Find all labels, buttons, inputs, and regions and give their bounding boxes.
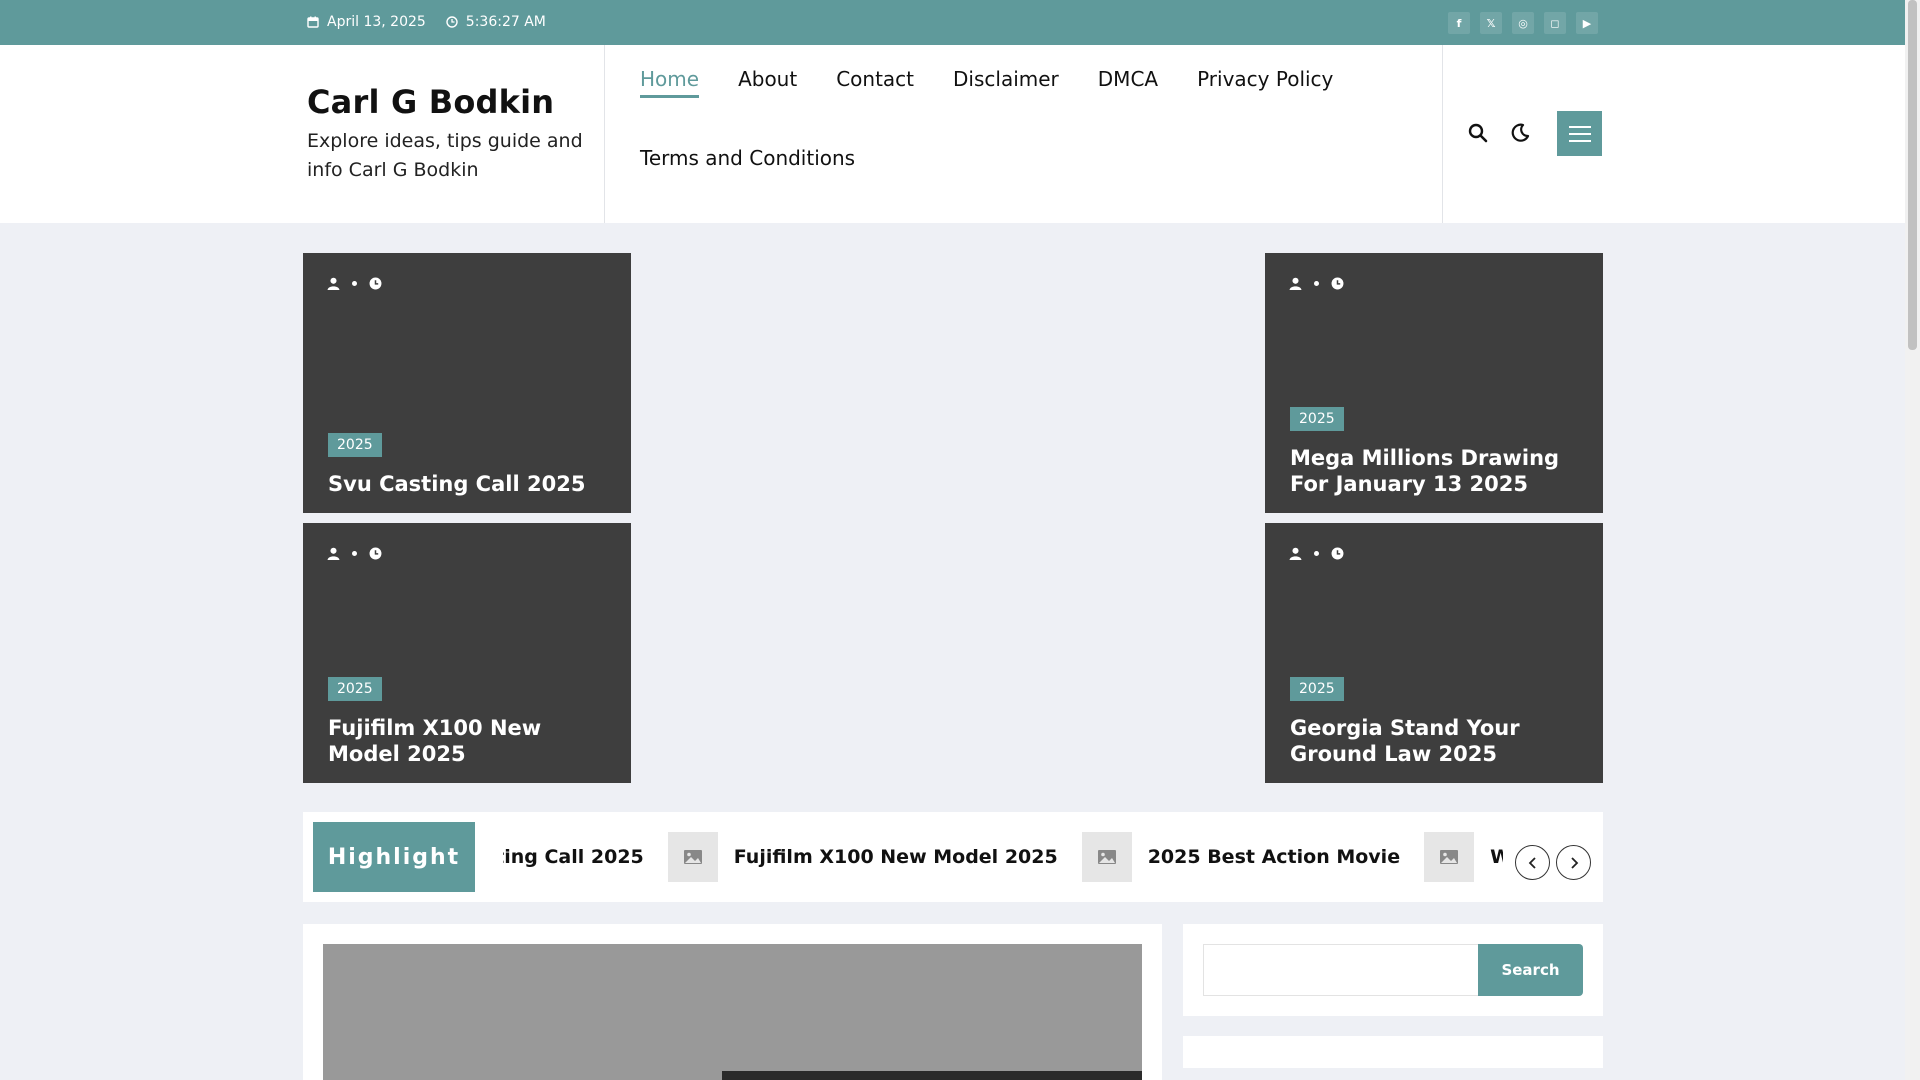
search-input[interactable] (1203, 944, 1481, 996)
image-placeholder-icon (1097, 850, 1116, 864)
divider (1442, 45, 1443, 223)
ticker-item[interactable]: 2025 Best Action Movie (1081, 832, 1400, 882)
calendar-icon (307, 16, 319, 28)
clock-icon (1331, 277, 1344, 290)
date-time: April 13, 2025 5:36:27 AM (307, 14, 546, 30)
nav-item-terms-and-conditions[interactable]: Terms and Conditions (640, 146, 855, 174)
chevron-right-icon (1570, 856, 1578, 869)
category-badge[interactable]: 2025 (328, 433, 382, 457)
post-title[interactable]: Fujifilm X100 New Model 2025 (328, 715, 613, 767)
ticker-next-button[interactable] (1556, 845, 1591, 880)
ticker-item-title[interactable]: asting Call 2025 (503, 846, 644, 868)
search-icon[interactable] (1468, 123, 1488, 143)
post-card[interactable]: 2025 Svu Casting Call 2025 (303, 253, 631, 513)
site-title[interactable]: Carl G Bodkin (307, 83, 587, 121)
main-content (303, 924, 1162, 1080)
sidebar-widget (1183, 1036, 1603, 1068)
highlight-ticker: Highlight asting Call 2025 Fujifilm X100… (303, 812, 1603, 902)
clock-icon (1331, 547, 1344, 560)
dark-mode-moon-icon[interactable] (1510, 123, 1530, 143)
category-badge[interactable]: 2025 (1290, 407, 1344, 431)
instagram-icon[interactable]: ◻ (1544, 12, 1566, 34)
post-title[interactable]: Mega Millions Drawing For January 13 202… (1290, 445, 1585, 497)
search-widget: Search (1183, 924, 1603, 1016)
hamburger-menu-button[interactable] (1557, 111, 1602, 156)
search-button[interactable]: Search (1478, 944, 1583, 996)
social-links: f 𝕏 ◎ ◻ ▶ (1448, 12, 1598, 34)
site-header: Carl G Bodkin Explore ideas, tips guide … (0, 45, 1905, 223)
post-overlay (722, 1071, 1142, 1080)
site-tagline: Explore ideas, tips guide and info Carl … (307, 130, 583, 181)
facebook-icon[interactable]: f (1448, 12, 1470, 34)
post-card[interactable]: 2025 Mega Millions Drawing For January 1… (1265, 253, 1603, 513)
scrollbar-thumb[interactable] (1908, 0, 1917, 350)
divider (604, 45, 605, 223)
ticker-item[interactable]: asting Call 2025 (503, 846, 644, 868)
current-date: April 13, 2025 (327, 14, 426, 30)
category-badge[interactable]: 2025 (1290, 677, 1344, 701)
ticker-item-title[interactable]: Where Can (1490, 846, 1503, 868)
image-placeholder-icon (683, 850, 702, 864)
thumbnail[interactable] (1081, 832, 1132, 882)
ticker-item-title[interactable]: 2025 Best Action Movie (1148, 846, 1400, 868)
main-nav: Home About Contact Disclaimer DMCA Priva… (640, 67, 1400, 174)
nav-item-contact[interactable]: Contact (836, 67, 914, 98)
page-scrollbar[interactable] (1905, 0, 1920, 1080)
thumbnail[interactable] (667, 832, 718, 882)
clock-icon (446, 16, 458, 28)
featured-post-image[interactable] (323, 944, 1142, 1080)
clock-icon (369, 277, 382, 290)
category-badge[interactable]: 2025 (328, 677, 382, 701)
ticker-item[interactable]: Where Can (1424, 832, 1503, 882)
author-icon (1289, 547, 1302, 560)
ticker-item[interactable]: Fujifilm X100 New Model 2025 (667, 832, 1058, 882)
author-icon (327, 277, 340, 290)
author-icon (1289, 277, 1302, 290)
dribbble-icon[interactable]: ◎ (1512, 12, 1534, 34)
highlight-label: Highlight (313, 822, 475, 892)
nav-item-privacy-policy[interactable]: Privacy Policy (1197, 67, 1333, 98)
ticker-item-title[interactable]: Fujifilm X100 New Model 2025 (734, 846, 1058, 868)
x-twitter-icon[interactable]: 𝕏 (1480, 12, 1502, 34)
nav-item-dmca[interactable]: DMCA (1098, 67, 1158, 98)
nav-item-disclaimer[interactable]: Disclaimer (953, 67, 1059, 98)
ticker-prev-button[interactable] (1515, 845, 1550, 880)
nav-item-about[interactable]: About (738, 67, 797, 98)
chevron-left-icon (1528, 856, 1536, 869)
post-title[interactable]: Svu Casting Call 2025 (328, 471, 613, 497)
thumbnail[interactable] (1424, 832, 1475, 882)
nav-item-home[interactable]: Home (640, 67, 700, 98)
menu-icon (1568, 125, 1591, 128)
post-title[interactable]: Georgia Stand Your Ground Law 2025 (1290, 715, 1585, 767)
current-time: 5:36:27 AM (465, 14, 546, 30)
top-bar: April 13, 2025 5:36:27 AM f 𝕏 ◎ ◻ ▶ (0, 0, 1905, 45)
post-card[interactable]: 2025 Fujifilm X100 New Model 2025 (303, 523, 631, 783)
image-placeholder-icon (1440, 850, 1459, 864)
author-icon (327, 547, 340, 560)
branding: Carl G Bodkin Explore ideas, tips guide … (307, 83, 587, 185)
post-card[interactable]: 2025 Georgia Stand Your Ground Law 2025 (1265, 523, 1603, 783)
youtube-icon[interactable]: ▶ (1576, 12, 1598, 34)
clock-icon (369, 547, 382, 560)
